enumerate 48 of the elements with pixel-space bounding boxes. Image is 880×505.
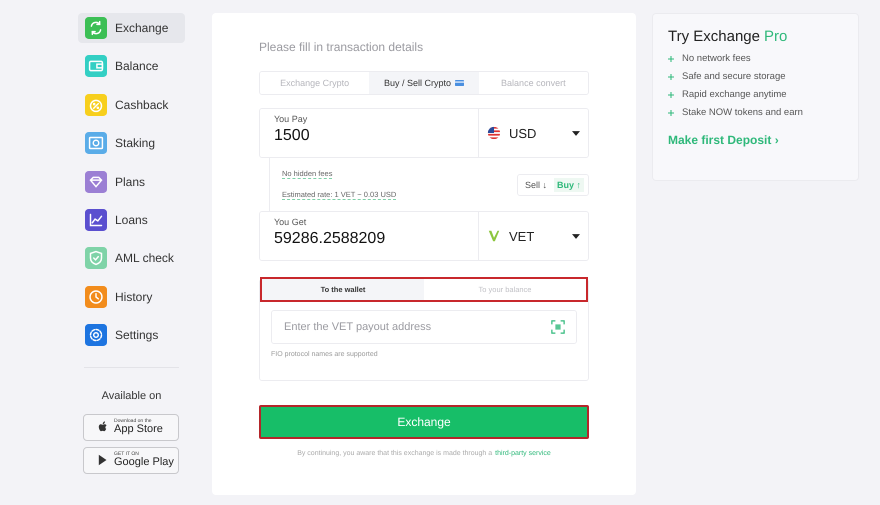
amount-value: 59286.2588209 (274, 230, 386, 248)
field-label: You Pay (274, 114, 308, 124)
plus-icon (668, 92, 674, 98)
menu-item-icon (85, 286, 107, 308)
sidebar-item[interactable]: Settings (78, 320, 185, 350)
menu-item-icon (85, 17, 107, 39)
menu-item-icon (85, 208, 107, 231)
field-label: You Get (274, 217, 308, 227)
plus-icon (668, 74, 674, 80)
promo-title-accent: Pro (764, 28, 788, 45)
v-logo-icon (487, 229, 501, 243)
caret-icon (572, 130, 580, 136)
sidebar-item[interactable]: Exchange (78, 13, 185, 43)
available-on-label: Available on (100, 390, 162, 402)
get-field[interactable]: You Get 59286.2588209 VET (259, 211, 589, 261)
feature-text: No network fees (682, 53, 751, 64)
menu-item-icon (85, 170, 107, 193)
store-name: Google Play (114, 457, 174, 468)
scan-icon[interactable] (551, 320, 565, 334)
sidebar-item[interactable]: Loans (78, 204, 185, 235)
sidebar-item[interactable]: History (78, 282, 185, 312)
menu-item-icon (85, 132, 107, 154)
store-name: App Store (114, 424, 163, 436)
sidebar-item[interactable]: Staking (78, 128, 185, 158)
menu-item-icon (85, 55, 107, 78)
flag-icon (487, 126, 501, 140)
sidebar-item[interactable]: Cashback (78, 90, 185, 120)
currency-select[interactable]: VET (478, 212, 588, 260)
promo-title: Try Exchange (668, 28, 760, 45)
menu-item-icon (85, 94, 107, 116)
form-title: Please fill in transaction details (259, 40, 424, 54)
sidebar-item[interactable]: AML check (78, 243, 185, 274)
amount-value: 1500 (274, 127, 311, 145)
menu-item-icon (85, 324, 107, 346)
sidebar-item[interactable]: Balance (78, 51, 185, 82)
tab[interactable]: Buy / Sell Crypto (369, 72, 479, 94)
feature-text: Rapid exchange anytime (682, 89, 787, 100)
feature-text: Safe and secure storage (682, 71, 786, 82)
direction-option[interactable]: Sell ↓ (522, 178, 550, 192)
caret-icon (572, 234, 580, 238)
address-field[interactable]: Enter the VET payout address (271, 310, 577, 344)
sidebar-item[interactable]: Plans (78, 166, 185, 197)
feature-text: Stake NOW tokens and earn (682, 107, 803, 118)
plus-icon (668, 56, 674, 62)
pay-field[interactable]: You Pay 1500 USD (259, 108, 589, 158)
menu-item-icon (85, 247, 107, 270)
plus-icon (668, 110, 674, 116)
currency-select[interactable]: USD (478, 109, 588, 157)
